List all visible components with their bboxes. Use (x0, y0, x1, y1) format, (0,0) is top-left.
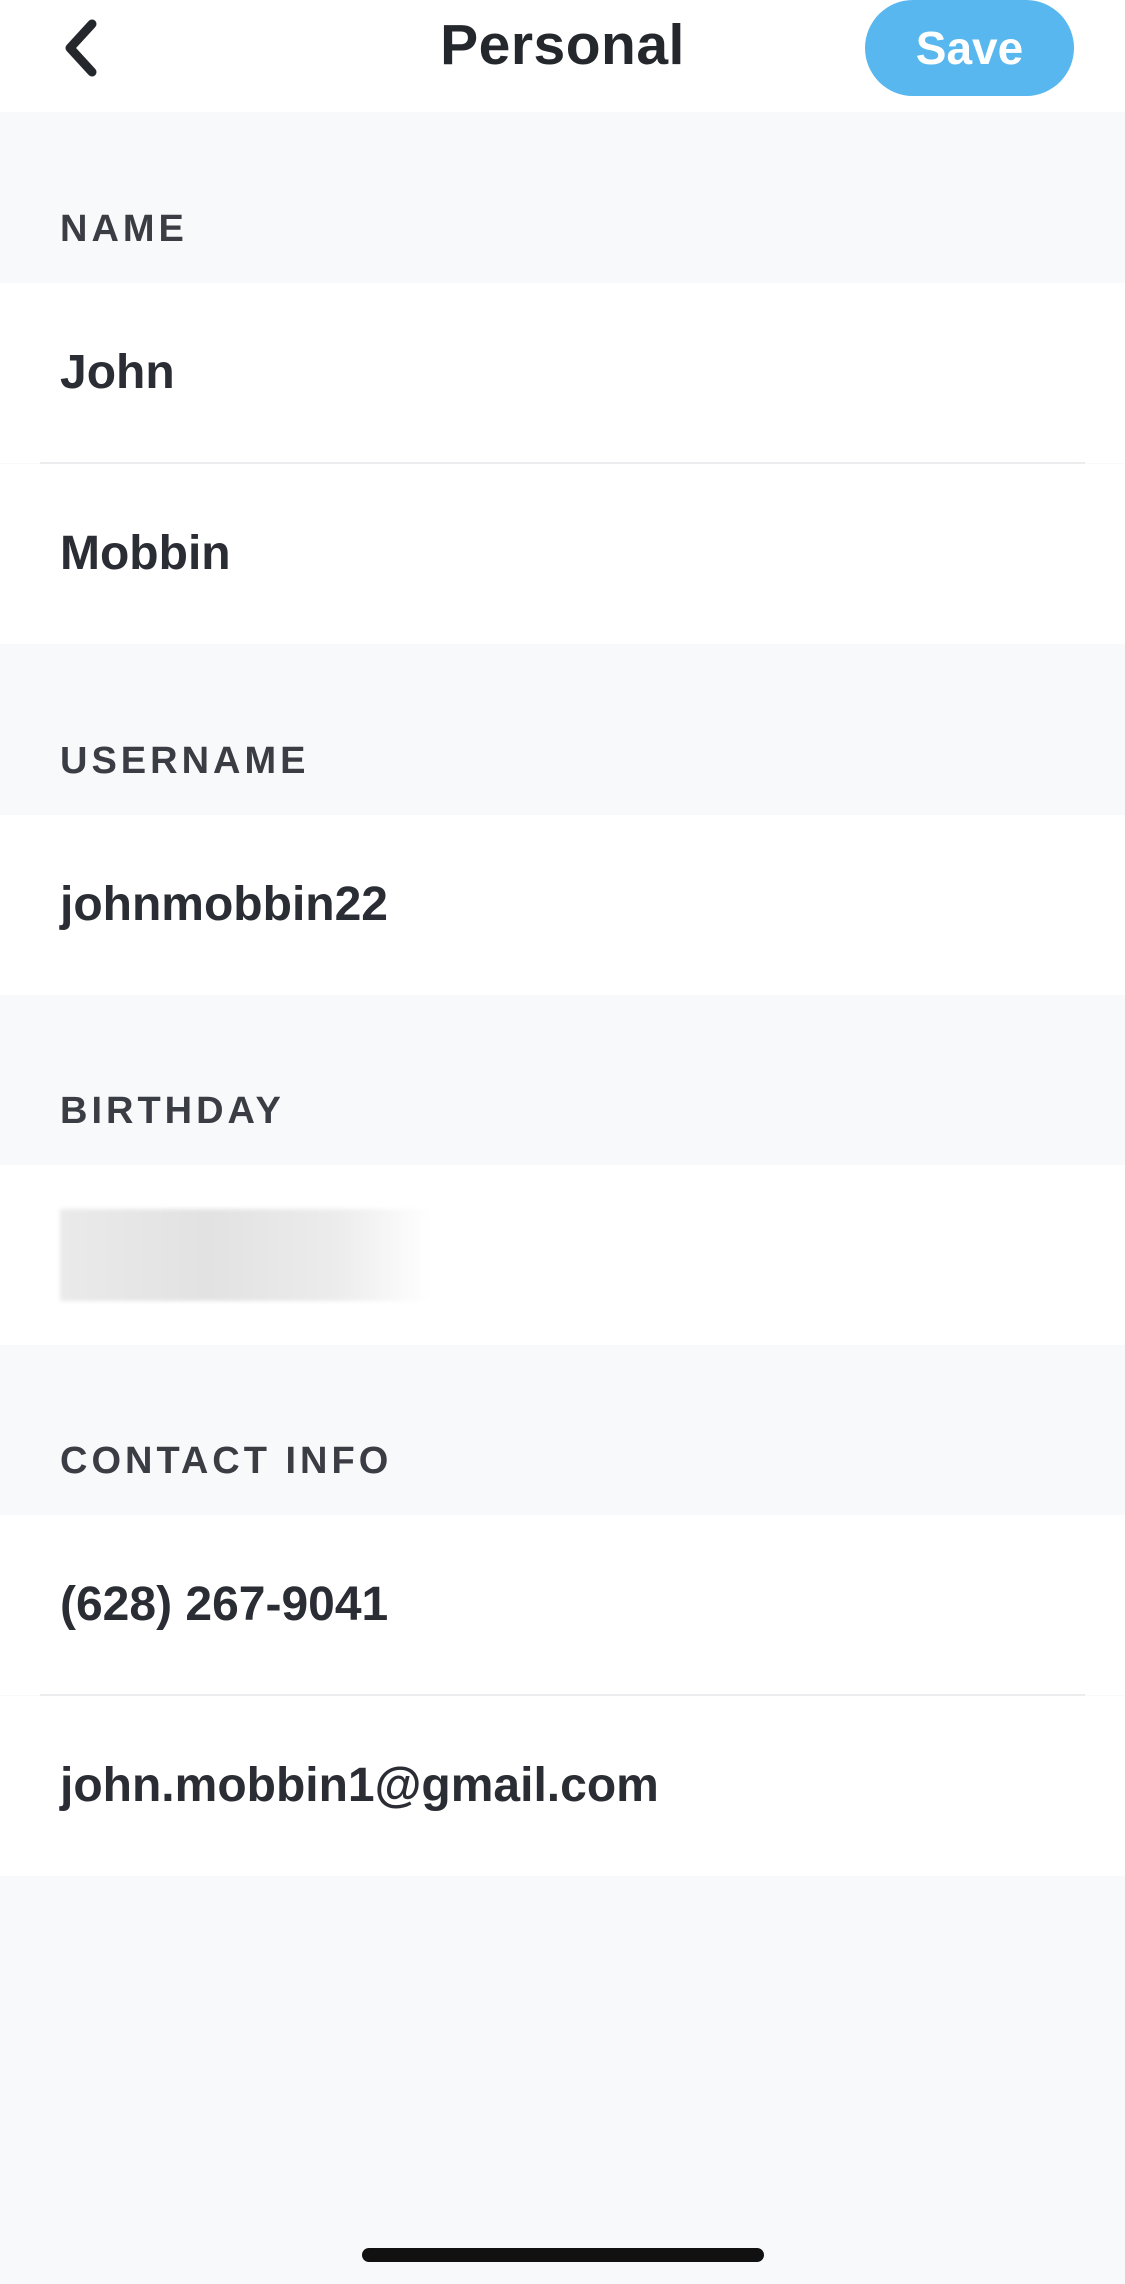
birthday-value-redacted (60, 1209, 430, 1301)
section-label-contact-info: CONTACT INFO (60, 1440, 393, 1482)
last-name-field[interactable]: Mobbin (0, 464, 1125, 644)
home-indicator (362, 2248, 764, 2262)
username-value: johnmobbin22 (60, 878, 388, 931)
last-name-value: Mobbin (60, 527, 231, 580)
first-name-field[interactable]: John (0, 283, 1125, 463)
email-value: john.mobbin1@gmail.com (60, 1759, 659, 1812)
navigation-bar: Personal Save (0, 0, 1125, 112)
phone-field[interactable]: (628) 267-9041 (0, 1515, 1125, 1695)
birthday-field[interactable] (0, 1165, 1125, 1345)
save-button[interactable]: Save (865, 0, 1074, 96)
section-label-name: NAME (60, 208, 188, 250)
phone-value: (628) 267-9041 (60, 1578, 389, 1631)
first-name-value: John (60, 346, 175, 399)
section-label-username: USERNAME (60, 740, 310, 782)
section-label-birthday: BIRTHDAY (60, 1090, 285, 1132)
email-field[interactable]: john.mobbin1@gmail.com (0, 1696, 1125, 1876)
username-field[interactable]: johnmobbin22 (0, 815, 1125, 995)
